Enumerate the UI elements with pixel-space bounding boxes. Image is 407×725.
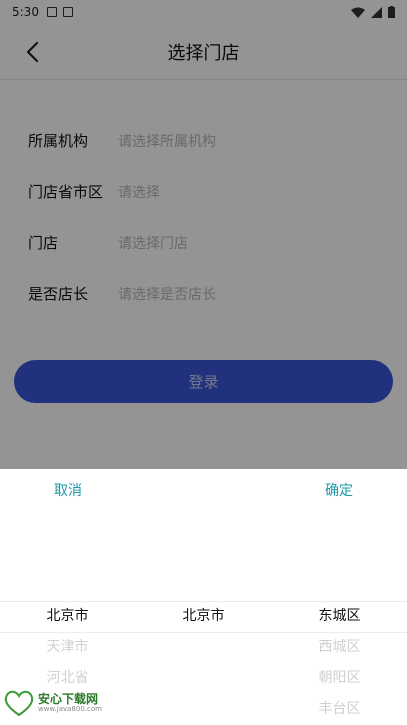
district-option[interactable]: 丰台区 (272, 694, 407, 725)
heart-logo-icon (4, 690, 34, 716)
modal-overlay[interactable] (0, 0, 407, 469)
city-column[interactable]: 北京市 (136, 601, 271, 632)
province-column[interactable]: 北京市 天津市 河北省 (0, 601, 135, 694)
district-column[interactable]: 东城区 西城区 朝阳区 丰台区 (272, 601, 407, 725)
watermark-brand: 安心下载网 (38, 692, 99, 706)
province-option[interactable]: 北京市 (0, 601, 135, 632)
watermark: 安心下载网 www.java800.com (4, 690, 102, 716)
confirm-button[interactable]: 确定 (325, 480, 353, 500)
province-option[interactable]: 天津市 (0, 632, 135, 663)
district-option[interactable]: 西城区 (272, 632, 407, 663)
picker-actions: 取消 确定 (0, 469, 407, 511)
district-option[interactable]: 东城区 (272, 601, 407, 632)
cancel-button[interactable]: 取消 (54, 480, 82, 500)
district-option[interactable]: 朝阳区 (272, 663, 407, 694)
region-picker-sheet: 取消 确定 北京市 天津市 河北省 北京市 东城区 西城区 朝阳区 丰台区 (0, 469, 407, 725)
city-option[interactable]: 北京市 (136, 601, 271, 632)
watermark-url: www.java800.com (38, 705, 102, 713)
